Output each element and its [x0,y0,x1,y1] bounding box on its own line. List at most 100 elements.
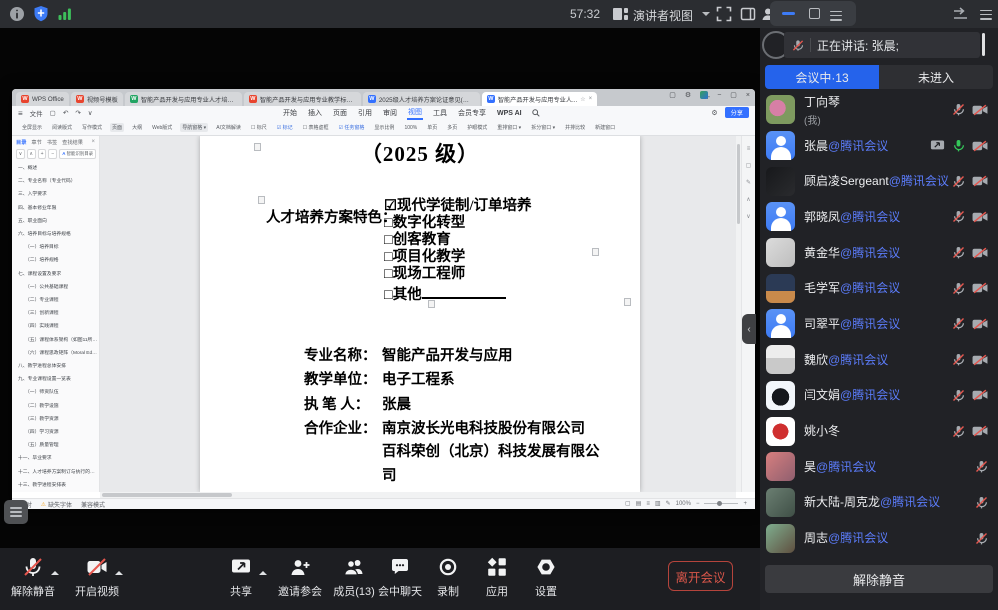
share-document-button[interactable]: 分享 [725,107,749,118]
account-avatar[interactable] [700,91,708,99]
outline-item[interactable]: 九、专业课程设置一览表 [18,373,98,386]
outline-item[interactable]: （一）培养目标 [18,241,98,254]
outline-item[interactable]: （六）课程思政矩阵（Moral Education Matr... [18,347,98,360]
participant-row[interactable]: 司翠平@腾讯会议 [760,306,998,342]
ribbon-command[interactable]: ☐ 表格虚框 [301,123,331,132]
camera-status-icon[interactable] [972,175,988,187]
outline-item[interactable]: 四、基本修业年限 [18,202,98,215]
file-menu[interactable]: 文件 [30,108,43,118]
outline-item[interactable]: 六、培养目标与培养规格 [18,228,98,241]
mic-status-icon[interactable] [952,317,965,330]
outline-item[interactable]: 三、入学要求 [18,188,98,201]
participant-row[interactable]: 新大陆-周克龙@腾讯会议 [760,485,998,521]
ribbon-command[interactable]: 护眼模式 [465,123,489,132]
comment-tool-icon[interactable]: ▢ [742,162,755,169]
ribbon-command[interactable]: 导航窗格 ▾ [180,123,208,132]
wps-document-tab[interactable]: W WPS Office ☆ × [16,92,69,106]
fullscreen-icon[interactable] [716,6,732,22]
ribbon-tab[interactable]: 会员专享 [457,107,487,119]
horizontal-scroll-thumb[interactable] [102,493,232,497]
outline-item[interactable]: （二）专业课程 [18,294,98,307]
outline-item[interactable]: 十一、毕业要求 [18,452,98,465]
info-icon[interactable] [9,6,25,22]
outline-item[interactable]: 五、职业面向 [18,215,98,228]
outline-item[interactable]: 七、课程设置及要求 [18,268,98,281]
minimize-window-icon[interactable]: − [717,92,721,99]
prev-page-icon[interactable]: ∧ [742,196,755,203]
mic-status-icon[interactable] [952,389,965,402]
ribbon-command[interactable]: AI文档解读 [214,123,243,132]
ribbon-command[interactable]: 并排比较 [563,123,587,132]
camera-status-icon[interactable] [972,318,988,330]
zoom-in-icon[interactable]: + [743,501,747,507]
ribbon-tab[interactable]: 插入 [307,107,323,119]
side-panel-icon[interactable] [740,6,756,22]
settings-button[interactable]: 设置 [518,555,574,603]
wps-document-tab[interactable]: W 智能产品开发与应用专业人... ☆ × [482,92,597,106]
star-icon[interactable]: ☆ [580,96,585,103]
ribbon-command[interactable]: 新建窗口 [593,123,617,132]
wps-document-tab[interactable]: W 视频号模板 ☆ × [71,92,123,106]
undo-icon[interactable]: ↶ [63,109,68,117]
outline-view-icon[interactable]: ≡ [646,501,650,507]
outline-item[interactable]: （五）课程体系架构（如图11所示） [18,334,98,347]
mic-status-icon[interactable] [952,246,965,259]
participant-row[interactable]: 顾启凌Sergeant@腾讯会议 [760,163,998,199]
more-menu-icon[interactable] [830,8,842,23]
outline-item[interactable]: （三）教学资源 [18,413,98,426]
wps-document-tab[interactable]: W 2025级人才培养方案论证意见(修改稿)... ☆ × [363,92,480,106]
participant-row[interactable]: 周志@腾讯会议 [760,520,998,556]
apps-button[interactable]: 应用 [469,555,525,603]
participant-row[interactable]: 姚小冬 [760,413,998,449]
ribbon-command[interactable]: ☑ 任务窗格 [337,123,367,132]
outline-item[interactable]: （一）师资队伍 [18,386,98,399]
ribbon-command[interactable]: 阅读版式 [50,123,74,132]
speaker-view-icon[interactable] [612,6,629,22]
search-icon[interactable] [532,109,540,117]
outline-item[interactable]: （三）创新课程 [18,307,98,320]
share-options-caret[interactable] [259,567,267,575]
mic-status-icon[interactable] [952,139,965,152]
wps-document-tab[interactable]: W 智能产品开发与应用专业教学标准... ☆ × [244,92,361,106]
camera-status-icon[interactable] [972,247,988,259]
start-video-button[interactable]: 开启视频 [69,555,125,603]
camera-status-icon[interactable] [972,140,988,152]
network-signal-icon[interactable] [58,8,72,20]
ribbon-settings-icon[interactable]: ⚙ [711,109,717,117]
participant-row[interactable]: 昊@腾讯会议 [760,449,998,485]
ribbon-command[interactable]: 拆分窗口 ▾ [529,123,557,132]
ribbon-command[interactable]: 页面 [110,123,124,132]
navigation-tab[interactable]: 查找结果 [62,139,83,146]
navigation-tab[interactable]: 书签 [47,139,57,146]
ribbon-command[interactable]: 单页 [425,123,439,132]
page-view-icon[interactable]: ▤ [636,500,642,507]
ribbon-tab[interactable]: 开始 [282,107,298,119]
collapse-toolbar-icon[interactable] [952,6,969,22]
ribbon-tab[interactable]: 页面 [332,107,348,119]
outline-item[interactable]: 二、专业名称（专业代码） [18,175,98,188]
unmute-button[interactable]: 解除静音 [765,565,993,593]
ribbon-command[interactable]: 多页 [445,123,459,132]
ribbon-command[interactable]: Web版式 [150,123,174,132]
ribbon-tab[interactable]: WPS AI [496,109,523,118]
video-options-caret[interactable] [115,567,123,575]
ribbon-command[interactable]: ☑ 标记 [275,123,295,132]
status-chip[interactable]: 缺失字体 [41,500,72,509]
mic-status-icon[interactable] [952,353,965,366]
ribbon-command[interactable]: ☐ 标尺 [249,123,269,132]
vertical-scroll-thumb[interactable] [737,144,740,224]
invite-button[interactable]: 邀请参会 [272,555,328,603]
ribbon-command[interactable]: 写作模式 [80,123,104,132]
ribbon-command[interactable]: 显示比例 [372,123,396,132]
ribbon-tab[interactable]: 审阅 [382,107,398,119]
mic-status-icon[interactable] [975,532,988,545]
mic-status-icon[interactable] [952,175,965,188]
share-screen-button[interactable]: 共享 [213,555,269,603]
participant-row[interactable]: 丁向琴 (我) [760,92,998,128]
hamburger-menu-icon[interactable] [980,7,992,22]
edit-tool-icon[interactable]: ✎ [742,179,755,186]
close-window-icon[interactable]: × [746,92,750,99]
save-icon[interactable]: ▢ [50,109,56,117]
view-mode-label[interactable]: 演讲者视图 [633,7,693,24]
participant-row[interactable]: 郭晓凤@腾讯会议 [760,199,998,235]
